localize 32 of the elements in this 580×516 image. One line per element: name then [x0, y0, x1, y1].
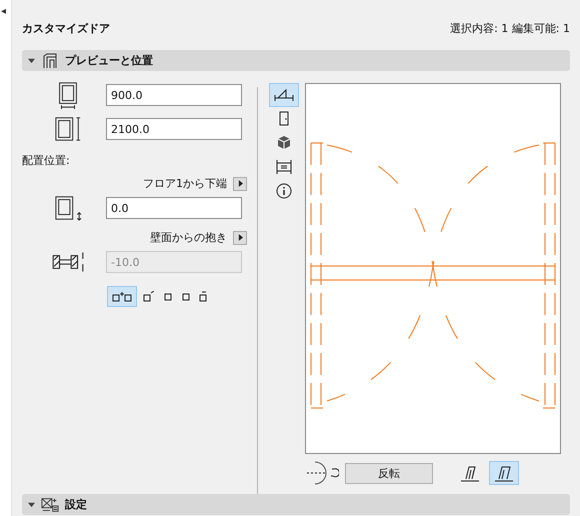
collapse-arrow[interactable]: ◂: [0, 7, 11, 17]
height-field[interactable]: 2100.0: [106, 118, 242, 140]
dropdown-arrow-button[interactable]: [233, 176, 247, 190]
door-leaf-icon: [493, 464, 515, 482]
reveal-mode-button[interactable]: [107, 286, 137, 307]
section-header[interactable]: プレビューと位置: [22, 50, 570, 71]
dropdown-arrow-button[interactable]: [233, 230, 247, 244]
plan-view-icon: [273, 86, 295, 104]
hinge-side-button[interactable]: [489, 461, 519, 485]
triangle-icon: [238, 234, 242, 241]
flip-button[interactable]: 反転: [345, 462, 433, 484]
door-icon: [41, 52, 59, 68]
wall-block-icon: [112, 291, 132, 302]
panel-title: カスタマイズドア: [22, 20, 110, 36]
triangle-icon: [238, 180, 242, 187]
wall-block-icon: [142, 291, 154, 302]
reveal-label: 壁面からの抱き: [150, 230, 227, 245]
width-field[interactable]: 900.0: [106, 84, 242, 106]
anchor-label: フロア1から下端: [143, 176, 227, 191]
settings-grid-icon: [41, 496, 59, 512]
wall-block-icon: [180, 291, 190, 302]
wall-block-icon: [198, 291, 208, 302]
placement-label: 配置位置:: [22, 153, 71, 168]
section-title: 設定: [65, 497, 87, 512]
flip-icon: [305, 460, 339, 486]
wall-block-icon: [162, 291, 172, 302]
view-button[interactable]: [269, 83, 299, 107]
door-leaf-icon: [459, 464, 481, 482]
section-header[interactable]: 設定: [22, 494, 570, 515]
section-title: プレビューと位置: [65, 53, 153, 68]
selection-info: 選択内容: 1 編集可能: 1: [450, 20, 570, 36]
offset-field[interactable]: 0.0: [106, 197, 242, 219]
